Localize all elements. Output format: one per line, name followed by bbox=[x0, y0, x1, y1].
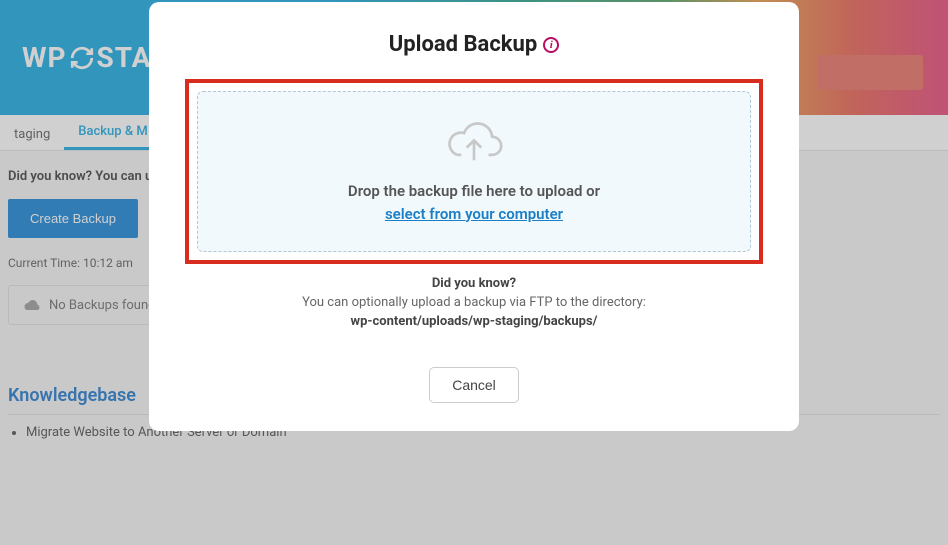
select-from-computer-link[interactable]: select from your computer bbox=[385, 205, 563, 223]
info-icon[interactable]: i bbox=[543, 37, 559, 53]
dropzone-text: Drop the backup file here to upload or bbox=[348, 182, 600, 200]
tip-path: wp-content/uploads/wp-staging/backups/ bbox=[185, 314, 763, 329]
cloud-upload-icon bbox=[445, 120, 503, 168]
tip-heading: Did you know? bbox=[185, 276, 763, 291]
modal-title-text: Upload Backup bbox=[389, 32, 537, 57]
upload-backup-modal: Upload Backup i Drop the backup file her… bbox=[149, 2, 799, 431]
modal-overlay: Upload Backup i Drop the backup file her… bbox=[0, 0, 948, 545]
upload-zone-highlight: Drop the backup file here to upload or s… bbox=[185, 79, 763, 264]
modal-title: Upload Backup i bbox=[185, 32, 763, 57]
tip-section: Did you know? You can optionally upload … bbox=[185, 276, 763, 329]
upload-dropzone[interactable]: Drop the backup file here to upload or s… bbox=[197, 91, 751, 252]
cancel-button[interactable]: Cancel bbox=[429, 367, 519, 403]
tip-text: You can optionally upload a backup via F… bbox=[185, 295, 763, 310]
upload-text: Drop the backup file here to upload or s… bbox=[218, 180, 730, 225]
